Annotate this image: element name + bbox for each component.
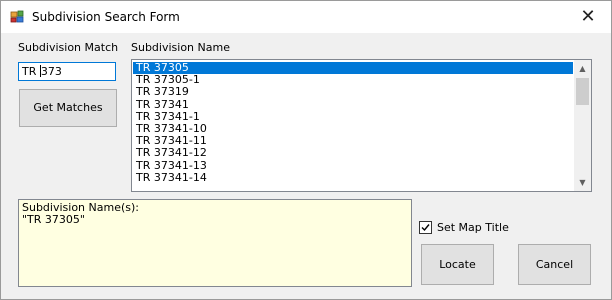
subdivision-match-label: Subdivision Match <box>18 41 119 54</box>
list-item[interactable]: TR 37341 <box>133 98 573 111</box>
subdivision-name-label: Subdivision Name <box>131 41 230 54</box>
app-form-icon <box>10 10 24 24</box>
list-item[interactable]: TR 37341-14 <box>133 171 573 184</box>
subdivision-match-value: TR 373 <box>22 65 62 78</box>
list-scrollbar[interactable]: ▲ ▼ <box>574 60 591 191</box>
subdivision-search-window: Subdivision Search Form ✕ Subdivision Ma… <box>0 0 612 300</box>
locate-button[interactable]: Locate <box>421 244 494 285</box>
text-caret <box>39 65 41 77</box>
title-bar[interactable]: Subdivision Search Form ✕ <box>1 1 611 33</box>
scroll-up-icon[interactable]: ▲ <box>574 60 591 77</box>
close-icon[interactable]: ✕ <box>565 1 611 33</box>
list-items: TR 37305 TR 37305-1 TR 37319 TR 37341 TR 373… <box>133 61 573 184</box>
set-map-title-checkbox[interactable] <box>419 221 432 234</box>
list-item[interactable]: TR 37341-13 <box>133 159 573 172</box>
checkmark-icon <box>421 224 430 232</box>
list-item[interactable]: TR 37305-1 <box>133 74 573 86</box>
get-matches-button[interactable]: Get Matches <box>19 89 117 127</box>
scroll-thumb[interactable] <box>576 78 589 105</box>
scroll-down-icon[interactable]: ▼ <box>574 174 591 191</box>
list-item[interactable]: TR 37319 <box>133 86 573 98</box>
result-textarea[interactable]: Subdivision Name(s): "TR 37305" <box>18 199 412 287</box>
list-item[interactable]: TR 37341-12 <box>133 147 573 159</box>
subdivision-name-list[interactable]: TR 37305 TR 37305-1 TR 37319 TR 37341 TR 373… <box>131 59 592 192</box>
cancel-button[interactable]: Cancel <box>518 244 591 285</box>
window-title: Subdivision Search Form <box>32 10 180 24</box>
set-map-title-label[interactable]: Set Map Title <box>437 221 509 234</box>
result-value: "TR 37305" <box>22 213 85 226</box>
subdivision-match-input[interactable]: TR 373 <box>18 62 116 81</box>
